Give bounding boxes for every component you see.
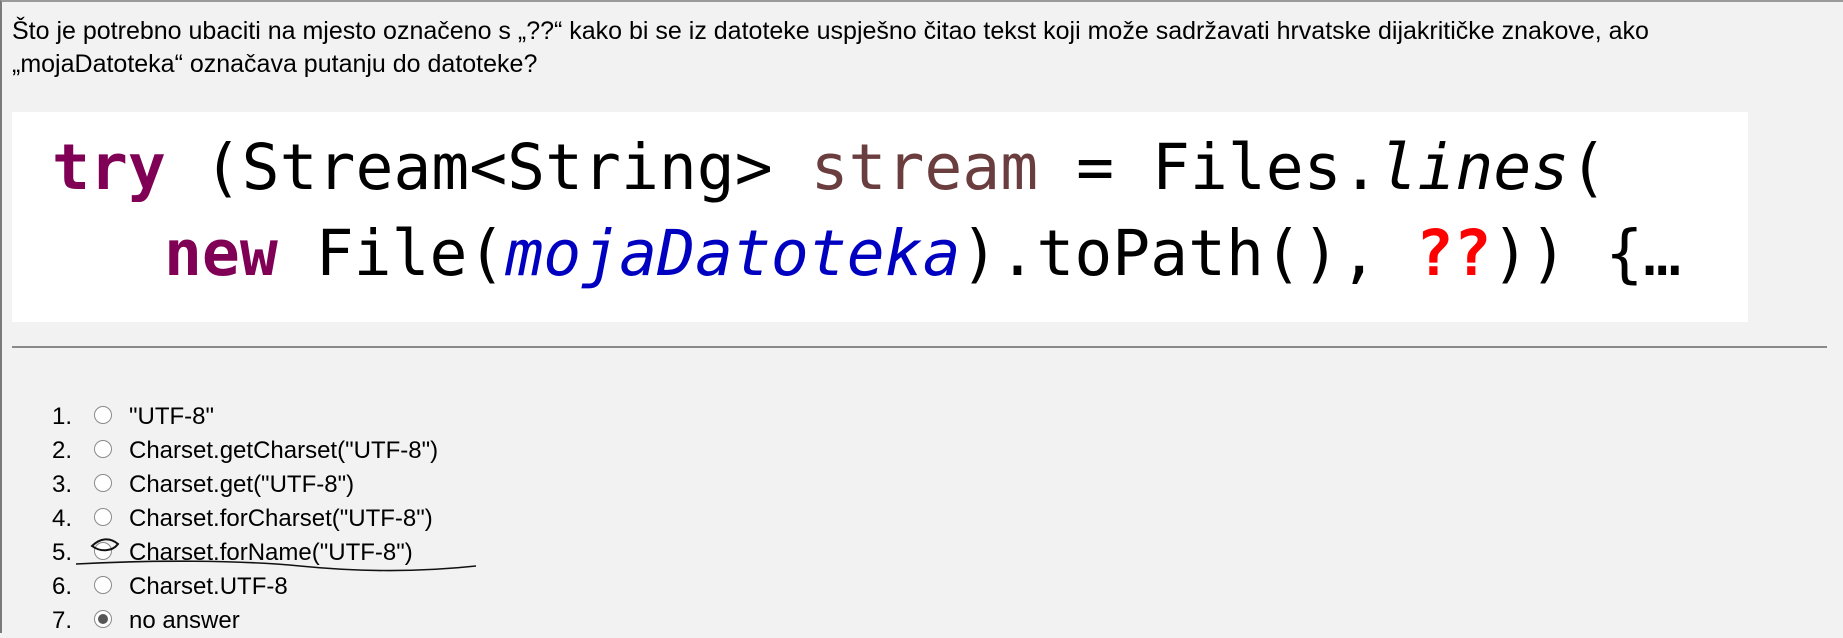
placeholder-marker: ?? <box>1415 217 1492 290</box>
answer-option-3[interactable]: 3. Charset.get("UTF-8") <box>52 468 752 502</box>
question-text: Što je potrebno ubaciti na mjesto označe… <box>12 17 1649 78</box>
radio-button[interactable] <box>94 542 112 560</box>
answer-option-2[interactable]: 2. Charset.getCharset("UTF-8") <box>52 434 752 468</box>
option-number: 3. <box>52 471 73 498</box>
option-number: 5. <box>52 539 73 566</box>
divider <box>12 346 1827 348</box>
keyword-try: try <box>52 131 166 204</box>
option-label[interactable]: Charset.forCharset("UTF-8") <box>129 502 433 536</box>
radio-button[interactable] <box>94 576 112 594</box>
radio-button[interactable] <box>94 440 112 458</box>
answer-option-4[interactable]: 4. Charset.forCharset("UTF-8") <box>52 502 752 536</box>
option-label[interactable]: Charset.UTF-8 <box>129 570 288 604</box>
code-line-1: try (Stream<String> stream = Files.lines… <box>52 132 1607 204</box>
code-text: ( <box>1569 131 1608 204</box>
radio-button[interactable] <box>94 474 112 492</box>
code-text: (Stream<String> <box>165 131 811 204</box>
code-text: )) {… <box>1491 217 1682 290</box>
code-snippet: try (Stream<String> stream = Files.lines… <box>12 112 1748 322</box>
radio-button[interactable] <box>94 508 112 526</box>
radio-button[interactable] <box>94 610 112 628</box>
option-label[interactable]: Charset.forName("UTF-8") <box>129 536 413 570</box>
option-number: 4. <box>52 505 73 532</box>
code-text: File( <box>277 217 506 290</box>
option-number: 6. <box>52 573 73 600</box>
code-text: = Files. <box>1038 131 1380 204</box>
option-label[interactable]: Charset.get("UTF-8") <box>129 468 354 502</box>
answer-option-6[interactable]: 6. Charset.UTF-8 <box>52 570 752 604</box>
answer-option-1[interactable]: 1. "UTF-8" <box>52 400 752 434</box>
option-number: 1. <box>52 403 73 430</box>
method-lines: lines <box>1379 131 1570 204</box>
variable-stream: stream <box>810 131 1039 204</box>
code-text: ).toPath(), <box>960 217 1416 290</box>
keyword-new: new <box>164 217 278 290</box>
option-label[interactable]: Charset.getCharset("UTF-8") <box>129 434 438 468</box>
answer-option-5[interactable]: 5. Charset.forName("UTF-8") <box>52 536 752 570</box>
option-label[interactable]: "UTF-8" <box>129 400 214 434</box>
radio-button[interactable] <box>94 406 112 424</box>
argument-mojaDatoteka: mojaDatoteka <box>505 217 961 290</box>
option-number: 2. <box>52 437 73 464</box>
code-line-2: new File(mojaDatoteka).toPath(), ??)) {… <box>164 218 1681 290</box>
